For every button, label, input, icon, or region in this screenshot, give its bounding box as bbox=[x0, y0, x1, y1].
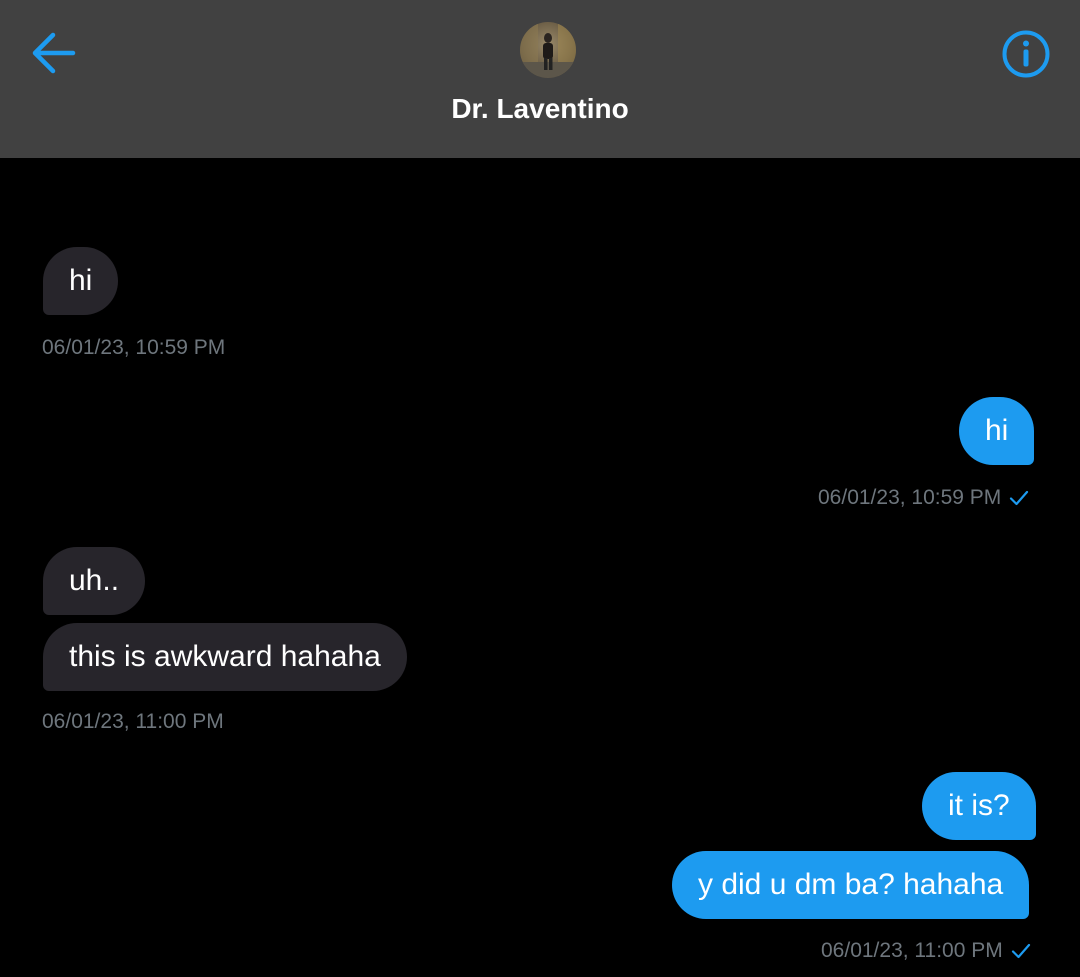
message-timestamp: 06/01/23, 10:59 PM bbox=[818, 486, 1002, 509]
message-bubble-outgoing[interactable]: it is? bbox=[922, 772, 1036, 840]
check-icon bbox=[1011, 943, 1030, 959]
message-bubble-outgoing[interactable]: y did u dm ba? hahaha bbox=[672, 851, 1030, 919]
arrow-left-icon bbox=[32, 32, 76, 74]
contact-name[interactable]: Dr. Laventino bbox=[0, 90, 1080, 128]
message-bubble-incoming[interactable]: this is awkward hahaha bbox=[43, 623, 407, 691]
message-timestamp: 06/01/23, 11:00 PM bbox=[42, 710, 224, 733]
info-circle-icon bbox=[1002, 30, 1050, 78]
message-timestamp: 06/01/23, 10:59 PM bbox=[42, 336, 226, 359]
message-bubble-incoming[interactable]: uh.. bbox=[43, 547, 146, 615]
message-meta: 06/01/23, 11:00 PM bbox=[821, 937, 1031, 965]
back-button[interactable] bbox=[26, 26, 80, 80]
conversation-header: Dr. Laventino bbox=[0, 0, 1080, 158]
message-bubble-outgoing[interactable]: hi bbox=[959, 397, 1035, 465]
message-bubble-incoming[interactable]: hi bbox=[43, 247, 119, 315]
avatar[interactable] bbox=[520, 22, 576, 78]
message-meta: 06/01/23, 10:59 PM bbox=[818, 484, 1029, 512]
check-icon bbox=[1010, 490, 1029, 506]
info-button[interactable] bbox=[998, 26, 1054, 82]
message-timestamp: 06/01/23, 11:00 PM bbox=[821, 939, 1003, 962]
